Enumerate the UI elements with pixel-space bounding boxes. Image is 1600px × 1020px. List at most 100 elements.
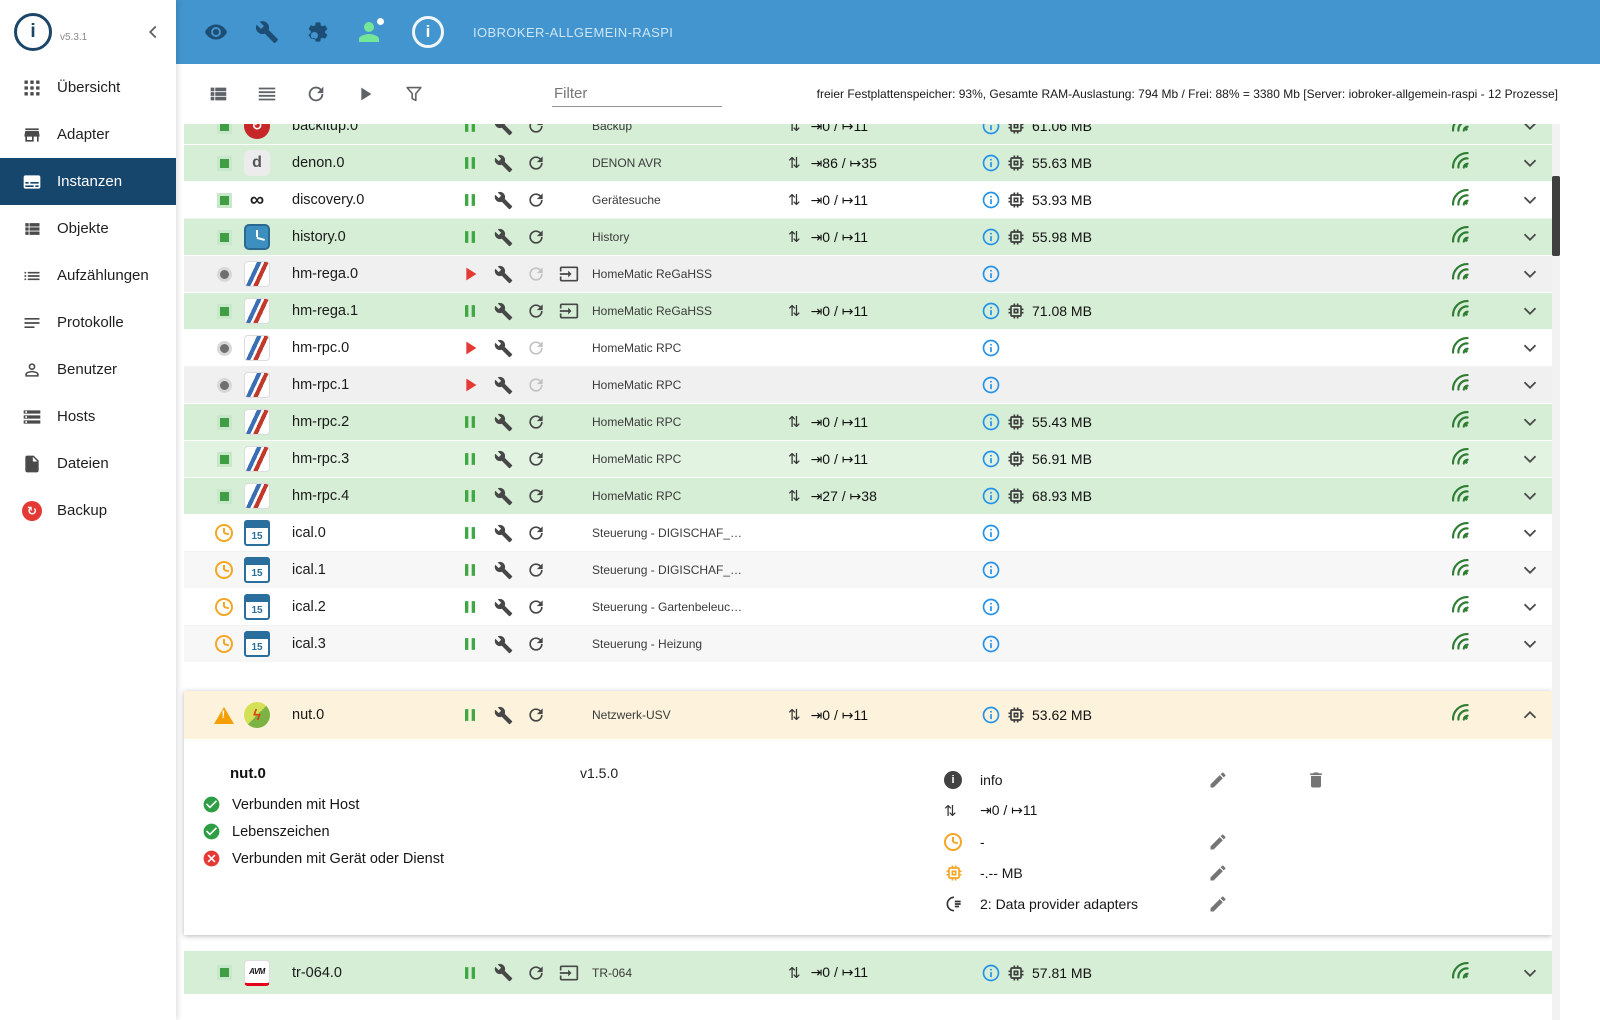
info-button[interactable] — [980, 704, 1002, 726]
filter-input[interactable] — [552, 81, 722, 107]
restart-instance-button[interactable] — [524, 447, 548, 471]
expand-row-button[interactable] — [1516, 226, 1544, 248]
stop-instance-button[interactable] — [458, 188, 482, 212]
stop-instance-button[interactable] — [458, 484, 482, 508]
expand-row-button[interactable] — [1516, 124, 1544, 137]
expand-row-button[interactable] — [1516, 559, 1544, 581]
instance-settings-button[interactable] — [491, 961, 515, 985]
stop-instance-button[interactable] — [458, 703, 482, 727]
info-button[interactable] — [980, 485, 1002, 507]
stop-instance-button[interactable] — [458, 410, 482, 434]
restart-instance-button[interactable] — [524, 703, 548, 727]
sidebar-item-benutzer[interactable]: Benutzer — [0, 346, 176, 393]
edit-button[interactable] — [1208, 829, 1248, 855]
expand-row-button[interactable] — [1516, 411, 1544, 433]
restart-instance-button[interactable] — [524, 595, 548, 619]
instance-settings-button[interactable] — [491, 124, 515, 138]
expand-row-button[interactable] — [1516, 962, 1544, 984]
view-tiles-button[interactable] — [206, 82, 230, 106]
instance-settings-button[interactable] — [491, 484, 515, 508]
expand-row-button[interactable] — [1516, 374, 1544, 396]
edit-button[interactable] — [1208, 767, 1248, 793]
sidebar-item-instanzen[interactable]: Instanzen — [0, 158, 176, 205]
instance-settings-button[interactable] — [491, 262, 515, 286]
restart-instance-button[interactable] — [524, 336, 548, 360]
open-web-ui-button[interactable] — [557, 262, 581, 286]
restart-instance-button[interactable] — [524, 373, 548, 397]
info-button[interactable] — [980, 152, 1002, 174]
expand-row-button[interactable] — [1516, 596, 1544, 618]
expand-row-button[interactable] — [1516, 485, 1544, 507]
settings-gear-button[interactable] — [304, 18, 332, 46]
restart-instance-button[interactable] — [524, 632, 548, 656]
info-button[interactable] — [980, 300, 1002, 322]
instance-settings-button[interactable] — [491, 151, 515, 175]
collapse-sidebar-button[interactable] — [140, 19, 166, 45]
sidebar-item-protokolle[interactable]: Protokolle — [0, 299, 176, 346]
info-button[interactable] — [980, 633, 1002, 655]
start-instance-button[interactable] — [458, 373, 482, 397]
restart-instance-button[interactable] — [524, 225, 548, 249]
expand-row-button[interactable] — [1516, 522, 1544, 544]
info-button[interactable] — [980, 189, 1002, 211]
reload-button[interactable] — [304, 82, 328, 106]
info-button[interactable] — [980, 448, 1002, 470]
restart-instance-button[interactable] — [524, 484, 548, 508]
stop-instance-button[interactable] — [458, 961, 482, 985]
filter-button[interactable] — [402, 82, 426, 106]
restart-instance-button[interactable] — [524, 299, 548, 323]
instance-settings-button[interactable] — [491, 225, 515, 249]
expand-row-button[interactable] — [1516, 633, 1544, 655]
restart-instance-button[interactable] — [524, 124, 548, 138]
start-all-button[interactable] — [353, 82, 377, 106]
info-button[interactable] — [980, 411, 1002, 433]
expand-row-button[interactable] — [1516, 337, 1544, 359]
restart-instance-button[interactable] — [524, 151, 548, 175]
start-instance-button[interactable] — [458, 262, 482, 286]
sidebar-item-objekte[interactable]: Objekte — [0, 205, 176, 252]
stop-instance-button[interactable] — [458, 124, 482, 138]
expand-row-button[interactable] — [1516, 189, 1544, 211]
start-instance-button[interactable] — [458, 336, 482, 360]
info-button[interactable] — [980, 596, 1002, 618]
sidebar-item-uebersicht[interactable]: Übersicht — [0, 64, 176, 111]
info-button[interactable] — [980, 522, 1002, 544]
sidebar-item-adapter[interactable]: Adapter — [0, 111, 176, 158]
info-button[interactable] — [980, 263, 1002, 285]
instance-settings-button[interactable] — [491, 595, 515, 619]
expand-row-button[interactable] — [1516, 704, 1544, 726]
restart-instance-button[interactable] — [524, 521, 548, 545]
edit-button[interactable] — [1208, 891, 1248, 917]
expand-row-button[interactable] — [1516, 300, 1544, 322]
stop-instance-button[interactable] — [458, 521, 482, 545]
restart-instance-button[interactable] — [524, 262, 548, 286]
info-button[interactable] — [980, 337, 1002, 359]
instance-settings-button[interactable] — [491, 521, 515, 545]
restart-instance-button[interactable] — [524, 961, 548, 985]
sidebar-item-dateien[interactable]: Dateien — [0, 440, 176, 487]
sidebar-item-backup[interactable]: Backup — [0, 487, 176, 534]
expert-mode-button[interactable] — [355, 18, 384, 46]
expand-row-button[interactable] — [1516, 152, 1544, 174]
wrench-button[interactable] — [253, 18, 281, 46]
info-button[interactable] — [980, 374, 1002, 396]
info-button[interactable] — [980, 559, 1002, 581]
visibility-button[interactable] — [202, 18, 230, 46]
instance-settings-button[interactable] — [491, 188, 515, 212]
instance-settings-button[interactable] — [491, 632, 515, 656]
stop-instance-button[interactable] — [458, 632, 482, 656]
stop-instance-button[interactable] — [458, 447, 482, 471]
instance-settings-button[interactable] — [491, 299, 515, 323]
edit-button[interactable] — [1208, 860, 1248, 886]
restart-instance-button[interactable] — [524, 410, 548, 434]
stop-instance-button[interactable] — [458, 595, 482, 619]
stop-instance-button[interactable] — [458, 558, 482, 582]
instance-settings-button[interactable] — [491, 558, 515, 582]
instance-settings-button[interactable] — [491, 373, 515, 397]
view-list-button[interactable] — [255, 82, 279, 106]
scrollbar-thumb[interactable] — [1552, 176, 1560, 256]
restart-instance-button[interactable] — [524, 188, 548, 212]
instance-settings-button[interactable] — [491, 703, 515, 727]
instance-settings-button[interactable] — [491, 336, 515, 360]
info-button[interactable] — [980, 226, 1002, 248]
